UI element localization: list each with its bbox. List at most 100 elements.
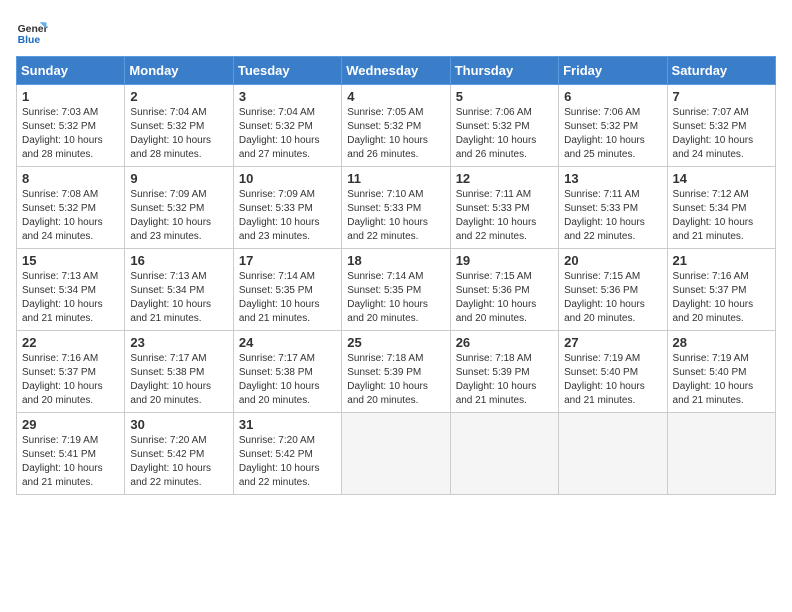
calendar-day-cell: 6 Sunrise: 7:06 AM Sunset: 5:32 PM Dayli… <box>559 85 667 167</box>
day-number: 15 <box>22 253 119 268</box>
day-info: Sunrise: 7:04 AM Sunset: 5:32 PM Dayligh… <box>130 106 227 162</box>
calendar-day-cell: 11 Sunrise: 7:10 AM Sunset: 5:33 PM Dayl… <box>342 167 450 249</box>
day-info: Sunrise: 7:10 AM Sunset: 5:33 PM Dayligh… <box>347 188 444 244</box>
col-header-thursday: Thursday <box>450 57 558 85</box>
day-number: 20 <box>564 253 661 268</box>
day-info: Sunrise: 7:03 AM Sunset: 5:32 PM Dayligh… <box>22 106 119 162</box>
calendar-day-cell: 19 Sunrise: 7:15 AM Sunset: 5:36 PM Dayl… <box>450 249 558 331</box>
day-number: 2 <box>130 89 227 104</box>
day-info: Sunrise: 7:04 AM Sunset: 5:32 PM Dayligh… <box>239 106 336 162</box>
day-info: Sunrise: 7:16 AM Sunset: 5:37 PM Dayligh… <box>22 352 119 408</box>
calendar-day-cell <box>342 413 450 495</box>
calendar-day-cell <box>559 413 667 495</box>
day-info: Sunrise: 7:17 AM Sunset: 5:38 PM Dayligh… <box>130 352 227 408</box>
day-info: Sunrise: 7:17 AM Sunset: 5:38 PM Dayligh… <box>239 352 336 408</box>
day-info: Sunrise: 7:18 AM Sunset: 5:39 PM Dayligh… <box>347 352 444 408</box>
day-info: Sunrise: 7:15 AM Sunset: 5:36 PM Dayligh… <box>456 270 553 326</box>
col-header-saturday: Saturday <box>667 57 775 85</box>
col-header-tuesday: Tuesday <box>233 57 341 85</box>
calendar-day-cell: 27 Sunrise: 7:19 AM Sunset: 5:40 PM Dayl… <box>559 331 667 413</box>
day-number: 19 <box>456 253 553 268</box>
day-number: 22 <box>22 335 119 350</box>
calendar-day-cell: 29 Sunrise: 7:19 AM Sunset: 5:41 PM Dayl… <box>17 413 125 495</box>
day-info: Sunrise: 7:08 AM Sunset: 5:32 PM Dayligh… <box>22 188 119 244</box>
col-header-friday: Friday <box>559 57 667 85</box>
calendar-day-cell: 15 Sunrise: 7:13 AM Sunset: 5:34 PM Dayl… <box>17 249 125 331</box>
calendar-day-cell: 14 Sunrise: 7:12 AM Sunset: 5:34 PM Dayl… <box>667 167 775 249</box>
day-info: Sunrise: 7:20 AM Sunset: 5:42 PM Dayligh… <box>239 434 336 490</box>
day-number: 8 <box>22 171 119 186</box>
day-number: 30 <box>130 417 227 432</box>
day-info: Sunrise: 7:06 AM Sunset: 5:32 PM Dayligh… <box>564 106 661 162</box>
col-header-wednesday: Wednesday <box>342 57 450 85</box>
day-number: 14 <box>673 171 770 186</box>
day-info: Sunrise: 7:19 AM Sunset: 5:41 PM Dayligh… <box>22 434 119 490</box>
day-number: 27 <box>564 335 661 350</box>
logo-icon: General Blue <box>16 16 48 48</box>
day-info: Sunrise: 7:15 AM Sunset: 5:36 PM Dayligh… <box>564 270 661 326</box>
day-number: 16 <box>130 253 227 268</box>
day-number: 10 <box>239 171 336 186</box>
calendar-day-cell: 10 Sunrise: 7:09 AM Sunset: 5:33 PM Dayl… <box>233 167 341 249</box>
col-header-monday: Monday <box>125 57 233 85</box>
calendar-day-cell: 24 Sunrise: 7:17 AM Sunset: 5:38 PM Dayl… <box>233 331 341 413</box>
calendar-day-cell: 20 Sunrise: 7:15 AM Sunset: 5:36 PM Dayl… <box>559 249 667 331</box>
calendar-day-cell <box>667 413 775 495</box>
day-info: Sunrise: 7:12 AM Sunset: 5:34 PM Dayligh… <box>673 188 770 244</box>
calendar-week-row: 1 Sunrise: 7:03 AM Sunset: 5:32 PM Dayli… <box>17 85 776 167</box>
day-number: 3 <box>239 89 336 104</box>
calendar-day-cell: 2 Sunrise: 7:04 AM Sunset: 5:32 PM Dayli… <box>125 85 233 167</box>
calendar-day-cell: 7 Sunrise: 7:07 AM Sunset: 5:32 PM Dayli… <box>667 85 775 167</box>
calendar-day-cell: 28 Sunrise: 7:19 AM Sunset: 5:40 PM Dayl… <box>667 331 775 413</box>
calendar-day-cell: 4 Sunrise: 7:05 AM Sunset: 5:32 PM Dayli… <box>342 85 450 167</box>
day-info: Sunrise: 7:16 AM Sunset: 5:37 PM Dayligh… <box>673 270 770 326</box>
day-info: Sunrise: 7:05 AM Sunset: 5:32 PM Dayligh… <box>347 106 444 162</box>
calendar-day-cell <box>450 413 558 495</box>
day-number: 25 <box>347 335 444 350</box>
day-number: 23 <box>130 335 227 350</box>
calendar-day-cell: 8 Sunrise: 7:08 AM Sunset: 5:32 PM Dayli… <box>17 167 125 249</box>
calendar-day-cell: 22 Sunrise: 7:16 AM Sunset: 5:37 PM Dayl… <box>17 331 125 413</box>
day-number: 4 <box>347 89 444 104</box>
day-number: 11 <box>347 171 444 186</box>
col-header-sunday: Sunday <box>17 57 125 85</box>
day-number: 26 <box>456 335 553 350</box>
day-info: Sunrise: 7:20 AM Sunset: 5:42 PM Dayligh… <box>130 434 227 490</box>
day-number: 21 <box>673 253 770 268</box>
day-info: Sunrise: 7:13 AM Sunset: 5:34 PM Dayligh… <box>22 270 119 326</box>
calendar-day-cell: 3 Sunrise: 7:04 AM Sunset: 5:32 PM Dayli… <box>233 85 341 167</box>
day-number: 18 <box>347 253 444 268</box>
calendar-day-cell: 30 Sunrise: 7:20 AM Sunset: 5:42 PM Dayl… <box>125 413 233 495</box>
calendar-day-cell: 21 Sunrise: 7:16 AM Sunset: 5:37 PM Dayl… <box>667 249 775 331</box>
day-number: 7 <box>673 89 770 104</box>
calendar-day-cell: 31 Sunrise: 7:20 AM Sunset: 5:42 PM Dayl… <box>233 413 341 495</box>
day-info: Sunrise: 7:09 AM Sunset: 5:33 PM Dayligh… <box>239 188 336 244</box>
day-number: 5 <box>456 89 553 104</box>
day-number: 6 <box>564 89 661 104</box>
svg-text:Blue: Blue <box>18 35 41 46</box>
calendar-day-cell: 9 Sunrise: 7:09 AM Sunset: 5:32 PM Dayli… <box>125 167 233 249</box>
day-number: 31 <box>239 417 336 432</box>
calendar-header-row: SundayMondayTuesdayWednesdayThursdayFrid… <box>17 57 776 85</box>
calendar-day-cell: 13 Sunrise: 7:11 AM Sunset: 5:33 PM Dayl… <box>559 167 667 249</box>
calendar-table: SundayMondayTuesdayWednesdayThursdayFrid… <box>16 56 776 495</box>
day-number: 1 <box>22 89 119 104</box>
day-info: Sunrise: 7:18 AM Sunset: 5:39 PM Dayligh… <box>456 352 553 408</box>
day-number: 24 <box>239 335 336 350</box>
calendar-week-row: 15 Sunrise: 7:13 AM Sunset: 5:34 PM Dayl… <box>17 249 776 331</box>
day-info: Sunrise: 7:13 AM Sunset: 5:34 PM Dayligh… <box>130 270 227 326</box>
day-info: Sunrise: 7:06 AM Sunset: 5:32 PM Dayligh… <box>456 106 553 162</box>
day-number: 28 <box>673 335 770 350</box>
calendar-day-cell: 1 Sunrise: 7:03 AM Sunset: 5:32 PM Dayli… <box>17 85 125 167</box>
calendar-day-cell: 16 Sunrise: 7:13 AM Sunset: 5:34 PM Dayl… <box>125 249 233 331</box>
day-info: Sunrise: 7:11 AM Sunset: 5:33 PM Dayligh… <box>564 188 661 244</box>
calendar-day-cell: 18 Sunrise: 7:14 AM Sunset: 5:35 PM Dayl… <box>342 249 450 331</box>
calendar-day-cell: 25 Sunrise: 7:18 AM Sunset: 5:39 PM Dayl… <box>342 331 450 413</box>
calendar-day-cell: 23 Sunrise: 7:17 AM Sunset: 5:38 PM Dayl… <box>125 331 233 413</box>
day-info: Sunrise: 7:14 AM Sunset: 5:35 PM Dayligh… <box>347 270 444 326</box>
day-info: Sunrise: 7:14 AM Sunset: 5:35 PM Dayligh… <box>239 270 336 326</box>
calendar-week-row: 8 Sunrise: 7:08 AM Sunset: 5:32 PM Dayli… <box>17 167 776 249</box>
calendar-day-cell: 12 Sunrise: 7:11 AM Sunset: 5:33 PM Dayl… <box>450 167 558 249</box>
calendar-week-row: 22 Sunrise: 7:16 AM Sunset: 5:37 PM Dayl… <box>17 331 776 413</box>
day-number: 17 <box>239 253 336 268</box>
